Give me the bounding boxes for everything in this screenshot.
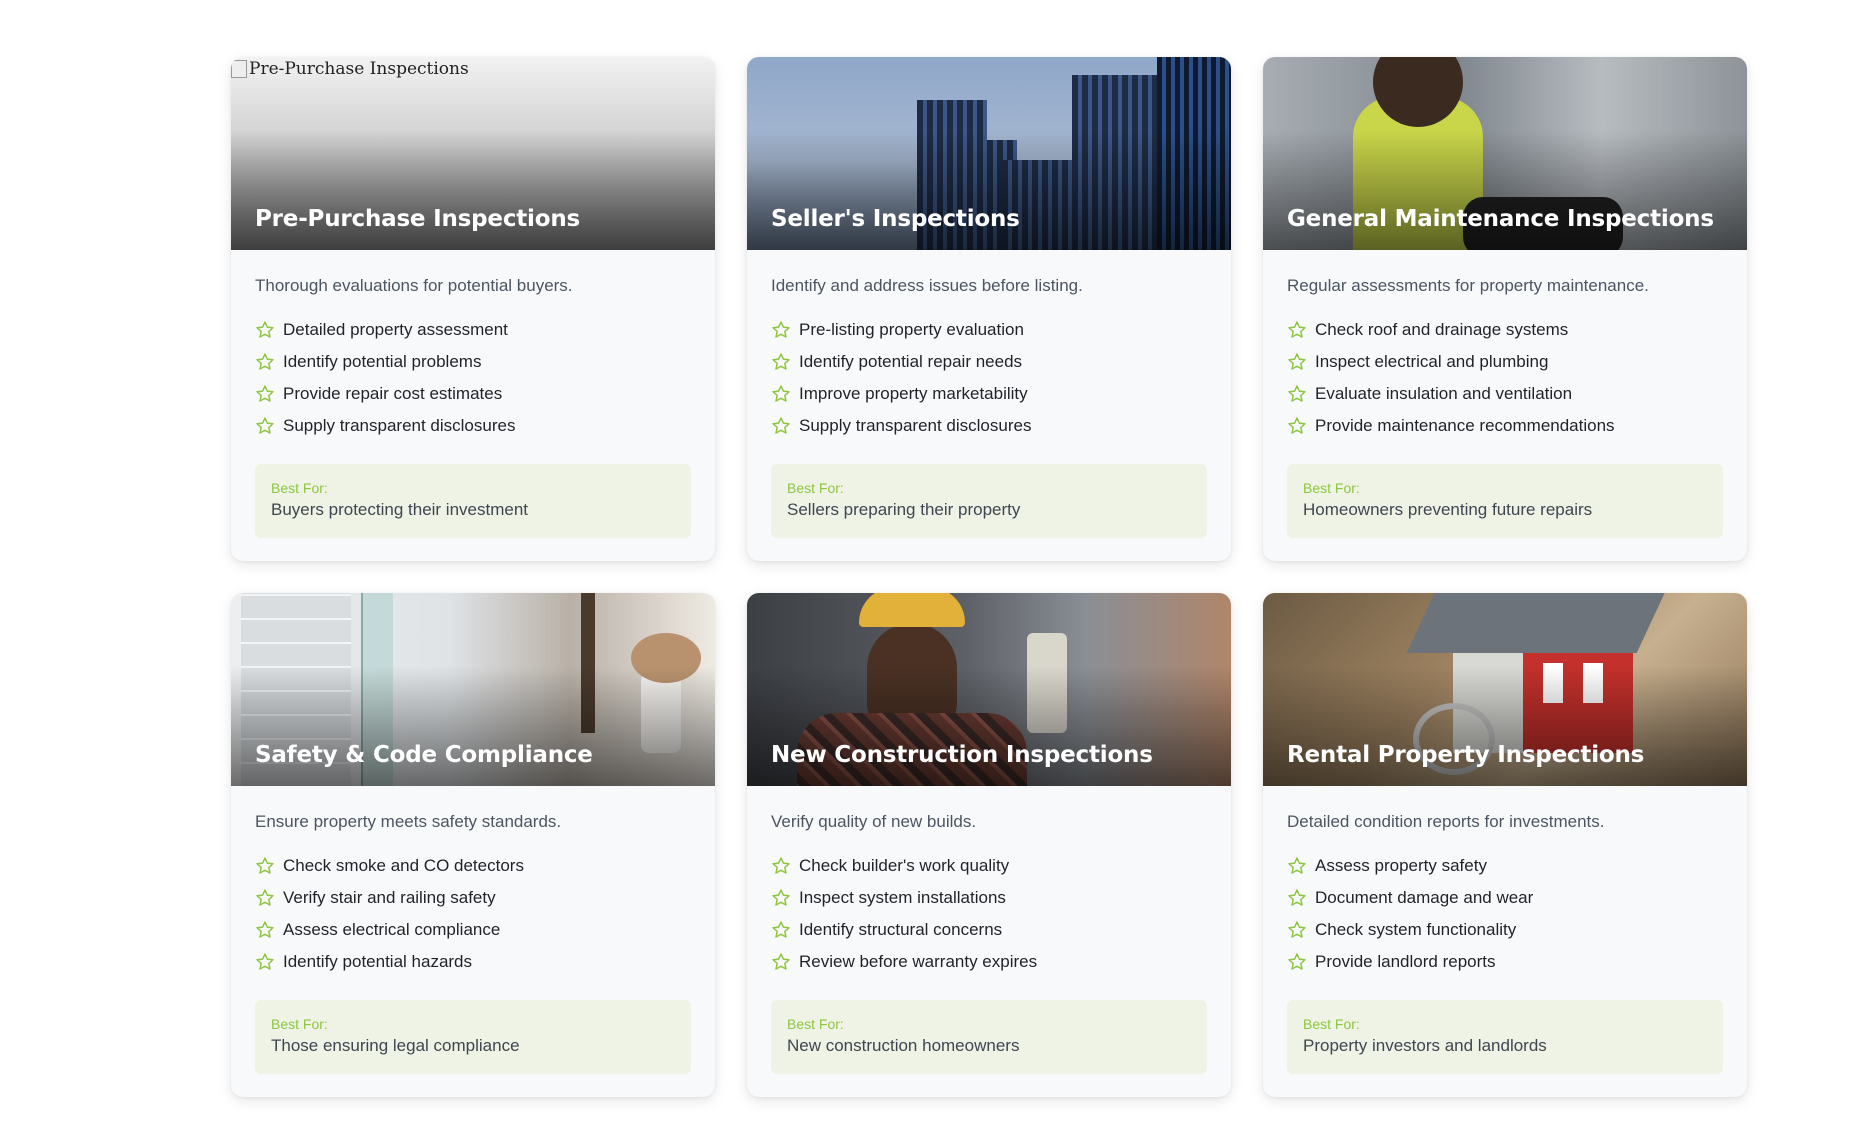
star-outline-icon [772, 953, 790, 970]
feature-item: Detailed property assessment [255, 314, 691, 346]
feature-item: Inspect electrical and plumbing [1287, 346, 1723, 378]
best-for-box: Best For: Homeowners preventing future r… [1287, 464, 1723, 538]
star-outline-icon [256, 385, 274, 402]
card-description: Ensure property meets safety standards. [255, 812, 562, 831]
best-for-label: Best For: [271, 1016, 328, 1032]
card-image: Safety & Code Compliance [231, 593, 715, 786]
card-title: General Maintenance Inspections [1287, 206, 1714, 232]
feature-item: Evaluate insulation and ventilation [1287, 378, 1723, 410]
star-outline-icon [1288, 321, 1306, 338]
feature-item: Provide repair cost estimates [255, 378, 691, 410]
star-outline-icon [256, 857, 274, 874]
star-outline-icon [772, 385, 790, 402]
feature-item: Provide maintenance recommendations [1287, 410, 1723, 442]
best-for-value: Those ensuring legal compliance [271, 1036, 520, 1055]
best-for-box: Best For: Sellers preparing their proper… [771, 464, 1207, 538]
feature-list: Pre-listing property evaluation Identify… [771, 314, 1207, 442]
star-outline-icon [1288, 417, 1306, 434]
feature-item: Identify potential problems [255, 346, 691, 378]
star-outline-icon [256, 353, 274, 370]
card-title: New Construction Inspections [771, 742, 1153, 768]
feature-item: Verify stair and railing safety [255, 882, 691, 914]
card-image: New Construction Inspections [747, 593, 1231, 786]
service-card-general-maintenance[interactable]: General Maintenance Inspections Regular … [1263, 57, 1747, 561]
feature-list: Check roof and drainage systems Inspect … [1287, 314, 1723, 442]
feature-list: Check builder's work quality Inspect sys… [771, 850, 1207, 978]
service-card-rental-property[interactable]: Rental Property Inspections Detailed con… [1263, 593, 1747, 1097]
star-outline-icon [256, 921, 274, 938]
feature-item: Identify structural concerns [771, 914, 1207, 946]
star-outline-icon [772, 889, 790, 906]
card-image: General Maintenance Inspections [1263, 57, 1747, 250]
card-description: Identify and address issues before listi… [771, 276, 1083, 295]
feature-item: Check roof and drainage systems [1287, 314, 1723, 346]
feature-item: Identify potential hazards [255, 946, 691, 978]
services-grid: Pre-Purchase Inspections Pre-Purchase In… [231, 57, 1747, 1097]
feature-list: Check smoke and CO detectors Verify stai… [255, 850, 691, 978]
best-for-value: New construction homeowners [787, 1036, 1020, 1055]
feature-item: Document damage and wear [1287, 882, 1723, 914]
star-outline-icon [772, 321, 790, 338]
feature-item: Pre-listing property evaluation [771, 314, 1207, 346]
card-description: Thorough evaluations for potential buyer… [255, 276, 573, 295]
best-for-box: Best For: Those ensuring legal complianc… [255, 1000, 691, 1074]
best-for-value: Sellers preparing their property [787, 500, 1021, 519]
best-for-value: Buyers protecting their investment [271, 500, 529, 519]
card-description: Regular assessments for property mainten… [1287, 276, 1649, 295]
best-for-box: Best For: Property investors and landlor… [1287, 1000, 1723, 1074]
card-image: Seller's Inspections [747, 57, 1231, 250]
feature-item: Inspect system installations [771, 882, 1207, 914]
service-card-pre-purchase[interactable]: Pre-Purchase Inspections Pre-Purchase In… [231, 57, 715, 561]
star-outline-icon [256, 417, 274, 434]
feature-item: Assess electrical compliance [255, 914, 691, 946]
service-card-new-construction[interactable]: New Construction Inspections Verify qual… [747, 593, 1231, 1097]
card-title: Pre-Purchase Inspections [255, 206, 581, 232]
star-outline-icon [772, 857, 790, 874]
feature-item: Supply transparent disclosures [255, 410, 691, 442]
best-for-label: Best For: [787, 480, 844, 496]
best-for-label: Best For: [271, 480, 328, 496]
star-outline-icon [256, 321, 274, 338]
feature-item: Check smoke and CO detectors [255, 850, 691, 882]
broken-image-icon [231, 60, 247, 78]
card-title: Seller's Inspections [771, 206, 1020, 232]
star-outline-icon [772, 353, 790, 370]
star-outline-icon [1288, 921, 1306, 938]
best-for-box: Best For: Buyers protecting their invest… [255, 464, 691, 538]
star-outline-icon [772, 921, 790, 938]
feature-item: Review before warranty expires [771, 946, 1207, 978]
card-title: Safety & Code Compliance [255, 742, 593, 768]
best-for-label: Best For: [787, 1016, 844, 1032]
feature-item: Improve property marketability [771, 378, 1207, 410]
card-image: Pre-Purchase Inspections Pre-Purchase In… [231, 57, 715, 250]
card-image: Rental Property Inspections [1263, 593, 1747, 786]
best-for-box: Best For: New construction homeowners [771, 1000, 1207, 1074]
service-card-safety-compliance[interactable]: Safety & Code Compliance Ensure property… [231, 593, 715, 1097]
feature-list: Assess property safety Document damage a… [1287, 850, 1723, 978]
card-description: Verify quality of new builds. [771, 812, 977, 831]
card-title: Rental Property Inspections [1287, 742, 1645, 768]
feature-item: Check system functionality [1287, 914, 1723, 946]
star-outline-icon [1288, 353, 1306, 370]
star-outline-icon [772, 417, 790, 434]
star-outline-icon [1288, 953, 1306, 970]
broken-image-alt: Pre-Purchase Inspections [231, 59, 469, 79]
feature-item: Supply transparent disclosures [771, 410, 1207, 442]
star-outline-icon [1288, 889, 1306, 906]
star-outline-icon [256, 889, 274, 906]
service-card-seller[interactable]: Seller's Inspections Identify and addres… [747, 57, 1231, 561]
feature-item: Assess property safety [1287, 850, 1723, 882]
star-outline-icon [1288, 385, 1306, 402]
feature-item: Provide landlord reports [1287, 946, 1723, 978]
card-description: Detailed condition reports for investmen… [1287, 812, 1605, 831]
best-for-label: Best For: [1303, 480, 1360, 496]
best-for-value: Homeowners preventing future repairs [1303, 500, 1593, 519]
feature-list: Detailed property assessment Identify po… [255, 314, 691, 442]
star-outline-icon [256, 953, 274, 970]
feature-item: Check builder's work quality [771, 850, 1207, 882]
best-for-label: Best For: [1303, 1016, 1360, 1032]
best-for-value: Property investors and landlords [1303, 1036, 1547, 1055]
star-outline-icon [1288, 857, 1306, 874]
feature-item: Identify potential repair needs [771, 346, 1207, 378]
